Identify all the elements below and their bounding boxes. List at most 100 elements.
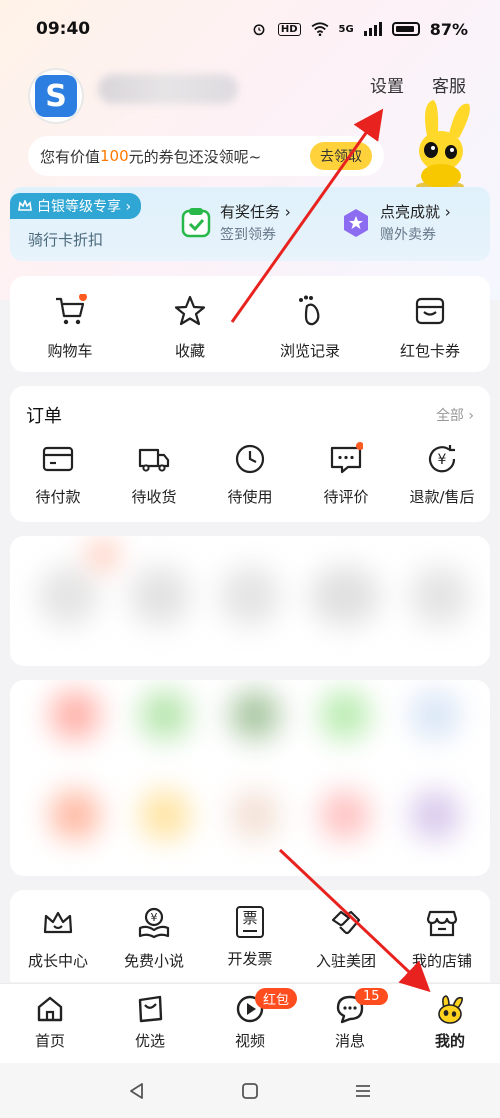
quick-link-cart[interactable]: 购物车 [10,294,130,361]
service-label: 开发票 [227,950,273,968]
battery-percent: 87% [429,19,468,39]
wifi-icon [311,22,328,36]
quick-link-label: 购物车 [47,342,93,360]
service-label: 我的店铺 [411,952,472,970]
hd-icon: HD [277,22,301,36]
cart-icon [56,294,87,325]
silver-level-badge: 白银等级专享 › [10,193,142,219]
kangaroo-icon [438,995,463,1024]
quick-link-label: 浏览记录 [279,342,340,360]
orders-all-link[interactable]: 全部 › [436,405,474,425]
footprint-icon [299,295,320,326]
quick-link-favorites[interactable]: 收藏 [130,294,250,361]
coupon-text-after: 元的券包还没领呢~ [128,147,262,166]
coupon-icon [415,297,445,325]
coupon-amount: 100 [100,147,129,165]
quick-link-label: 收藏 [174,342,205,360]
refund-icon: ¥ [428,445,456,473]
home-icon [37,996,63,1022]
service-label: 成长中心 [27,952,88,970]
tab-label: 消息 [334,1032,365,1050]
back-triangle-icon[interactable] [128,1082,146,1100]
truck-icon [138,448,170,472]
book-icon: ¥ [138,907,170,939]
achievement-star-icon [344,208,368,237]
order-pending-review[interactable]: 待评价 [298,442,394,507]
customer-service-link[interactable]: 客服 [432,72,466,97]
settings-link[interactable]: 设置 [370,72,404,97]
system-nav-bar [0,1063,500,1118]
crown-small-icon [18,200,32,211]
invoice-icon: 票 [236,906,264,938]
order-pending-payment[interactable]: 待付款 [10,442,106,507]
tab-label: 优选 [134,1032,165,1050]
tab-label: 视频 [234,1032,265,1050]
tab-label: 首页 [34,1032,65,1050]
service-label: 入驻美团 [315,952,376,970]
home-square-icon[interactable] [241,1082,259,1100]
tab-video[interactable]: 红包 视频 [200,984,300,1063]
star-icon [174,295,206,326]
blurred-recommendation-row[interactable] [10,536,490,666]
member-benefits-strip: 白银等级专享 › 骑行卡折扣 有奖任务 › 签到领券 点亮成就 › 赠外卖券 [10,187,490,261]
order-status-label: 待评价 [323,488,369,506]
service-invoice[interactable]: 票 开发票 [202,906,298,971]
avatar[interactable]: S [28,68,84,124]
crown-icon [43,911,73,934]
order-refund[interactable]: ¥ 退款/售后 [394,442,490,507]
network-label: 5G [338,23,354,35]
quick-links-grid: 购物车 收藏 浏览记录 红包卡券 [10,294,490,361]
service-my-store[interactable]: 我的店铺 [394,906,490,971]
tab-youxuan[interactable]: 优选 [100,984,200,1063]
coupon-reminder-bar[interactable]: 您有价值 100 元的券包还没领呢~ 去领取 [28,136,384,176]
status-time: 09:40 [36,19,91,39]
achievement-title: 点亮成就 › [380,203,451,221]
quick-link-label: 红包卡券 [399,342,460,360]
coupon-text-before: 您有价值 [40,147,101,166]
order-status-label: 退款/售后 [409,488,475,506]
tab-messages[interactable]: 15 消息 [300,984,400,1063]
menu-lines-icon[interactable] [354,1082,372,1100]
silver-level-perk[interactable]: 白银等级专享 › 骑行卡折扣 [10,187,170,261]
clock-icon [235,444,265,474]
service-free-novels[interactable]: ¥ 免费小说 [106,906,202,971]
alarm-icon [253,24,265,36]
bag-icon [138,995,163,1023]
signal-icon [363,22,382,36]
kangaroo-mascot[interactable] [405,96,475,191]
services-grid: 成长中心 ¥ 免费小说 票 开发票 入驻美团 我的店铺 [10,906,490,971]
service-label: 免费小说 [123,952,184,970]
order-status-label: 待付款 [35,488,81,506]
quick-link-coupons[interactable]: 红包卡券 [370,294,490,361]
service-growth-center[interactable]: 成长中心 [10,906,106,971]
status-icons: HD 5G 87% [250,20,468,39]
silver-level-sub: 骑行卡折扣 [28,231,104,249]
svg-text:¥: ¥ [151,911,158,924]
orders-card: 订单 全部 › 待付款 待收货 待使用 待评价 ¥ 退款/售后 [10,386,490,522]
order-pending-delivery[interactable]: 待收货 [106,442,202,507]
tab-label: 我的 [434,1032,465,1050]
orders-grid: 待付款 待收货 待使用 待评价 ¥ 退款/售后 [10,442,490,507]
svg-text:¥: ¥ [438,452,447,468]
username-blurred[interactable] [98,74,238,104]
store-icon [426,910,458,937]
order-status-label: 待收货 [131,488,177,506]
tab-mine[interactable]: 我的 [400,984,500,1063]
reward-task-entry[interactable]: 有奖任务 › 签到领券 [170,187,330,261]
handshake-icon [331,910,361,935]
quick-link-history[interactable]: 浏览记录 [250,294,370,361]
tab-home[interactable]: 首页 [0,984,100,1063]
order-pending-use[interactable]: 待使用 [202,442,298,507]
claim-coupon-button[interactable]: 去领取 [310,142,372,170]
blurred-mini-programs-grid[interactable] [10,680,490,876]
status-bar: 09:40 HD 5G 87% [0,0,500,58]
invoice-glyph: 票 [242,909,258,927]
orders-title: 订单 [26,406,62,427]
avatar-logo: S [35,75,77,117]
services-card: 成长中心 ¥ 免费小说 票 开发票 入驻美团 我的店铺 [10,890,490,982]
achievement-entry[interactable]: 点亮成就 › 赠外卖券 [330,187,490,261]
quick-links-card: 购物车 收藏 浏览记录 红包卡券 [10,276,490,372]
service-join-meituan[interactable]: 入驻美团 [298,906,394,971]
achievement-sub: 赠外卖券 [380,227,436,243]
wallet-card-icon [42,446,74,472]
